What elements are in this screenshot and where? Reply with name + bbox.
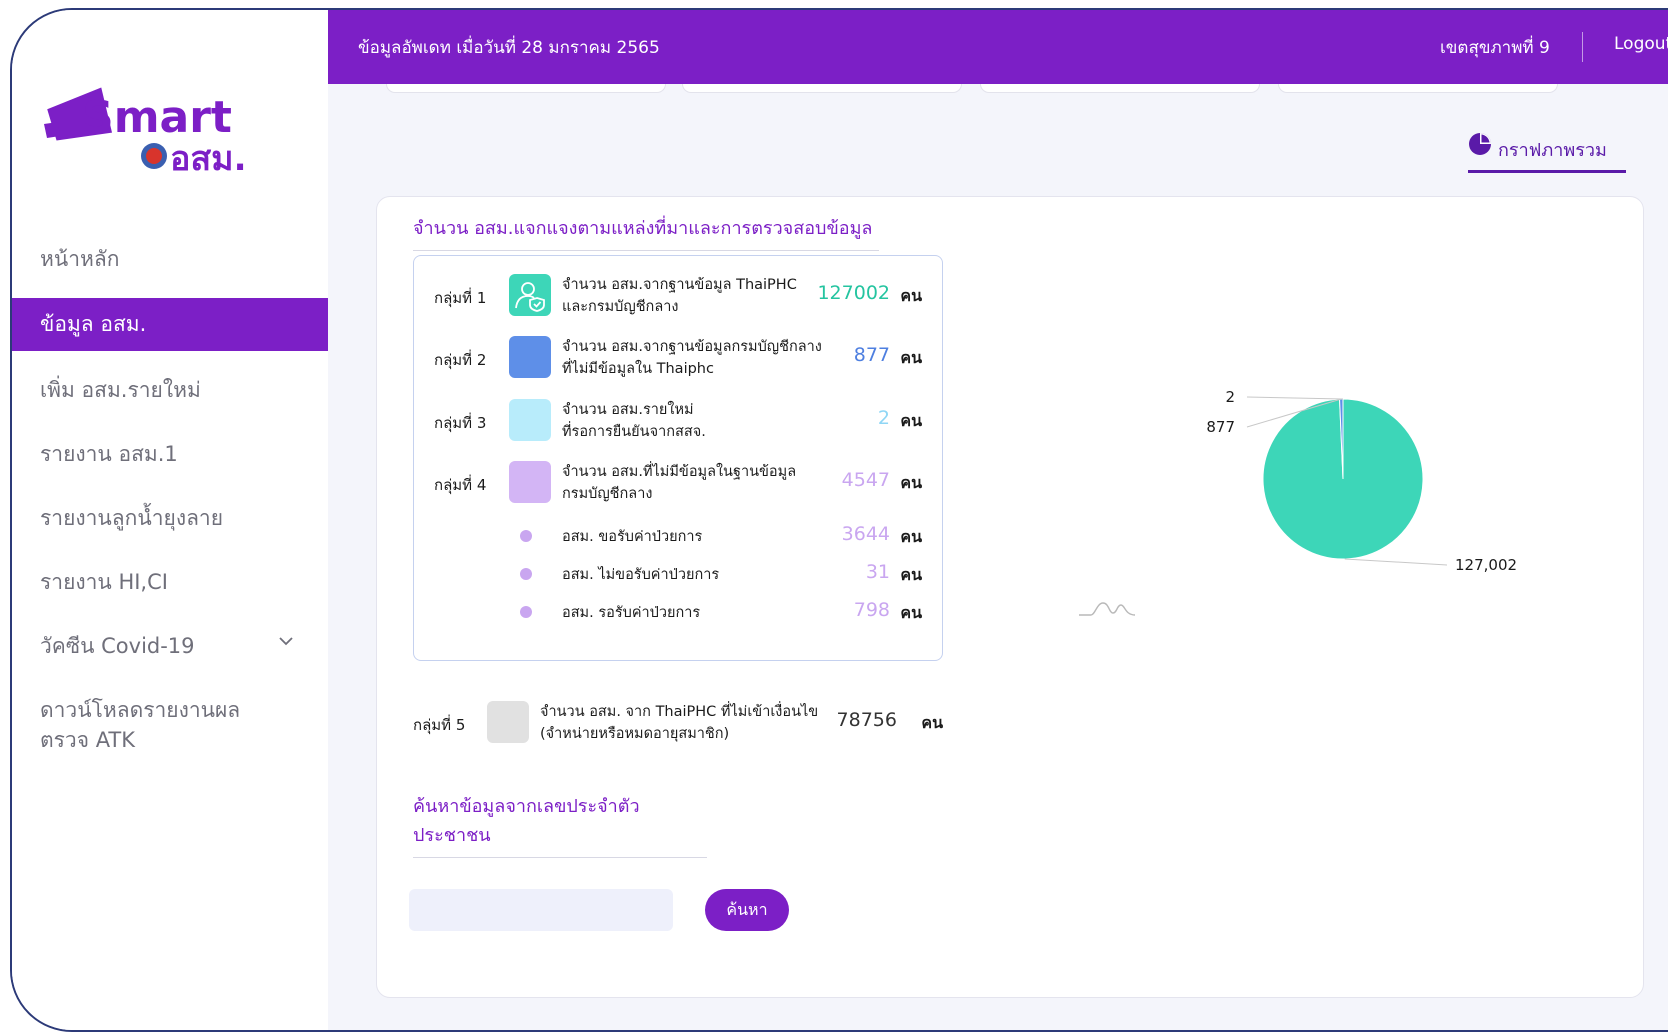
group-color-swatch	[509, 461, 551, 503]
pie-slice-label: 127,002	[1455, 556, 1517, 574]
tab-overall-chart[interactable]: กราฟภาพรวม	[1468, 126, 1626, 173]
unit-label: คน	[900, 284, 922, 309]
tab-overall-chart-label: กราฟภาพรวม	[1498, 135, 1607, 164]
osm-pie-chart: 127,002 877 2	[1057, 377, 1577, 617]
group-count: 877	[854, 344, 890, 366]
group-desc-line2: ที่ไม่มีข้อมูลใน Thaiphc	[562, 358, 832, 380]
sidebar: Smart อสม. หน้าหลัก ข้อมูล อสม. เพิ่ม อส…	[12, 10, 328, 1030]
osm-summary-card: จำนวน อสม.แจกแจงตามแหล่งที่มาและการตรวจส…	[376, 196, 1644, 998]
subgroup-row: อสม. ไม่ขอรับค่าป่วยการ 31 คน	[414, 558, 942, 588]
group-row-1: กลุ่มที่ 1 จำนวน อสม.จากฐานข้อมูล ThaiPH…	[414, 270, 942, 320]
sidebar-item-add-osm[interactable]: เพิ่ม อสม.รายใหม่	[12, 375, 328, 405]
sidebar-item-vaccine[interactable]: วัคซีน Covid-19	[12, 631, 328, 661]
group-color-swatch	[487, 701, 529, 743]
smart-osm-logo[interactable]: Smart อสม.	[44, 80, 274, 180]
group-row-3: กลุ่มที่ 3 จำนวน อสม.รายใหม่ ที่รอการยืน…	[414, 395, 942, 445]
sidebar-item-home[interactable]: หน้าหลัก	[12, 244, 328, 274]
subgroup-label: อสม. ไม่ขอรับค่าป่วยการ	[562, 563, 719, 586]
sidebar-item-report-hici[interactable]: รายงาน HI,CI	[12, 567, 328, 597]
group-count: 2	[878, 407, 890, 429]
group-name: กลุ่มที่ 4	[434, 473, 486, 497]
summary-cards-edge	[328, 84, 1668, 94]
unit-label: คน	[900, 601, 922, 626]
unit-label: คน	[900, 409, 922, 434]
pie-slice-label: 877	[1206, 418, 1235, 436]
group-name: กลุ่มที่ 1	[434, 286, 486, 310]
group-desc-line1: จำนวน อสม.จากฐานข้อมูลกรมบัญชีกลาง	[562, 336, 832, 358]
logo-graphic: Smart อสม.	[44, 80, 274, 180]
group-color-swatch	[509, 399, 551, 441]
bullet-dot	[520, 606, 532, 618]
pie-leader-line	[1247, 397, 1343, 399]
group-count: 4547	[842, 469, 890, 491]
subgroup-label: อสม. ขอรับค่าป่วยการ	[562, 525, 702, 548]
group-desc-line1: จำนวน อสม.ที่ไม่มีข้อมูลในฐานข้อมูล	[562, 461, 832, 483]
group-desc: จำนวน อสม.ที่ไม่มีข้อมูลในฐานข้อมูล กรมบ…	[562, 461, 832, 505]
group-desc: จำนวน อสม. จาก ThaiPHC ที่ไม่เข้าเงื่อนไ…	[540, 701, 830, 745]
group-desc-line1: จำนวน อสม. จาก ThaiPHC ที่ไม่เข้าเงื่อนไ…	[540, 701, 830, 723]
groups-box: กลุ่มที่ 1 จำนวน อสม.จากฐานข้อมูล ThaiPH…	[413, 255, 943, 661]
group-name: กลุ่มที่ 2	[434, 348, 486, 372]
user-shield-icon	[509, 274, 551, 316]
group-row-2: กลุ่มที่ 2 จำนวน อสม.จากฐานข้อมูลกรมบัญช…	[414, 332, 942, 382]
group-desc: จำนวน อสม.รายใหม่ ที่รอการยืนยันจากสสจ.	[562, 399, 832, 443]
unit-label: คน	[921, 711, 943, 736]
subgroup-count: 3644	[842, 523, 890, 545]
top-bar: ข้อมูลอัพเดท เมื่อวันที่ 28 มกราคม 2565 …	[328, 10, 1668, 84]
pie-leader-line	[1345, 559, 1447, 565]
group-desc-line2: (จำหน่ายหรือหมดอายุสมาชิก)	[540, 723, 830, 745]
subgroup-count: 31	[866, 561, 890, 583]
bullet-dot	[520, 530, 532, 542]
sidebar-item-report-osm1[interactable]: รายงาน อสม.1	[12, 439, 328, 469]
section-title: จำนวน อสม.แจกแจงตามแหล่งที่มาและการตรวจส…	[413, 213, 879, 251]
last-updated-text: ข้อมูลอัพเดท เมื่อวันที่ 28 มกราคม 2565	[358, 34, 660, 61]
subgroup-row: อสม. รอรับค่าป่วยการ 798 คน	[414, 596, 942, 626]
health-region-label[interactable]: เขตสุขภาพที่ 9	[1440, 34, 1550, 61]
group-count: 78756	[837, 709, 897, 731]
logout-link[interactable]: Logout	[1614, 34, 1668, 54]
group-desc-line2: ที่รอการยืนยันจากสสจ.	[562, 421, 832, 443]
bullet-dot	[520, 568, 532, 580]
subgroup-count: 798	[854, 599, 890, 621]
group-desc-line1: จำนวน อสม.รายใหม่	[562, 399, 832, 421]
app-frame: Smart อสม. หน้าหลัก ข้อมูล อสม. เพิ่ม อส…	[10, 8, 1668, 1032]
pie-chart-icon	[1468, 132, 1492, 156]
group-desc-line2: กรมบัญชีกลาง	[562, 483, 832, 505]
group-count: 127002	[817, 282, 890, 304]
group-row-5: กลุ่มที่ 5 จำนวน อสม. จาก ThaiPHC ที่ไม่…	[413, 697, 943, 747]
group-row-4: กลุ่มที่ 4 จำนวน อสม.ที่ไม่มีข้อมูลในฐาน…	[414, 457, 942, 507]
group-name: กลุ่มที่ 3	[434, 411, 486, 435]
unit-label: คน	[900, 563, 922, 588]
sidebar-item-download-atk[interactable]: ดาวน์โหลดรายงานผลตรวจ ATK	[12, 695, 280, 755]
citizen-id-input[interactable]	[409, 889, 673, 931]
sidebar-item-report-larvae[interactable]: รายงานลูกน้ำยุงลาย	[12, 503, 328, 533]
unit-label: คน	[900, 346, 922, 371]
search-button[interactable]: ค้นหา	[705, 889, 789, 931]
topbar-divider	[1582, 32, 1583, 62]
group-desc: จำนวน อสม.จากฐานข้อมูล ThaiPHC และกรมบัญ…	[562, 274, 832, 318]
pie-slice-label: 2	[1225, 388, 1235, 406]
group-desc-line1: จำนวน อสม.จากฐานข้อมูล ThaiPHC	[562, 274, 832, 296]
logo-text-smart: Smart	[82, 92, 232, 143]
group-name: กลุ่มที่ 5	[413, 713, 465, 737]
chevron-down-icon	[278, 633, 294, 649]
logo-text-osm: อสม.	[170, 139, 247, 179]
unit-label: คน	[900, 471, 922, 496]
sidebar-nav: หน้าหลัก ข้อมูล อสม. เพิ่ม อสม.รายใหม่ ร…	[12, 242, 328, 755]
group-desc: จำนวน อสม.จากฐานข้อมูลกรมบัญชีกลาง ที่ไม…	[562, 336, 832, 380]
sidebar-item-osm-data[interactable]: ข้อมูล อสม.	[12, 298, 328, 351]
search-section-title: ค้นหาข้อมูลจากเลขประจำตัวประชาชน	[413, 791, 707, 858]
group-desc-line2: และกรมบัญชีกลาง	[562, 296, 832, 318]
subgroup-label: อสม. รอรับค่าป่วยการ	[562, 601, 700, 624]
group-color-swatch	[509, 336, 551, 378]
unit-label: คน	[900, 525, 922, 550]
sidebar-item-vaccine-label: วัคซีน Covid-19	[40, 634, 195, 658]
subgroup-row: อสม. ขอรับค่าป่วยการ 3644 คน	[414, 520, 942, 550]
